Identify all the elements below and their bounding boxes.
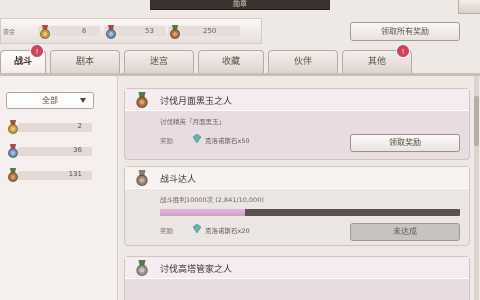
reward-label: 奖励 — [160, 227, 173, 235]
tab-label: 其他 — [367, 57, 386, 67]
reward-text: 克洛诺斯石x50 — [205, 137, 250, 145]
tab-story[interactable]: 剧本 — [50, 50, 120, 74]
medal-gold-icon — [6, 120, 20, 134]
bronze-count: 131 — [68, 170, 82, 178]
achievement-description: 讨伐精英「月面黑玉」 — [160, 118, 225, 126]
achievement-card: 战斗达人 战斗胜利10000次 (2,841/10,000) 奖励 克洛诺斯石x… — [124, 166, 470, 246]
claim-reward-button[interactable]: 领取奖励 — [350, 134, 460, 152]
list-scrollbar[interactable] — [474, 76, 479, 300]
scrollbar-thumb[interactable] — [474, 96, 479, 146]
stat-blue-value: 53 — [145, 27, 154, 35]
stat-bronze-value: 250 — [203, 27, 217, 35]
not-achieved-button[interactable]: 未达成 — [350, 223, 460, 241]
achievement-title: 讨伐高塔管家之人 — [160, 265, 233, 275]
list-item: 2 — [6, 120, 92, 134]
filter-dropdown[interactable]: 全部 — [6, 92, 94, 109]
filter-selected: 全部 — [42, 96, 58, 105]
medal-blue-icon — [104, 25, 118, 39]
filter-sidebar — [0, 76, 118, 300]
crystal-icon — [192, 133, 202, 144]
reward-text: 克洛诺斯石x20 — [205, 227, 250, 235]
stats-label: 鎏金 — [3, 29, 16, 36]
achievement-card: 讨伐月面黑玉之人 讨伐精英「月面黑玉」 奖励 克洛诺斯石x50 领取奖励 — [124, 88, 470, 160]
list-item: 131 — [6, 168, 92, 182]
achievement-description: 战斗胜利10000次 (2,841/10,000) — [160, 196, 264, 204]
achievement-progress-bar — [160, 209, 460, 216]
tab-label: 战斗 — [13, 57, 32, 67]
medal-gold-icon — [38, 25, 52, 39]
crystal-icon — [192, 223, 202, 234]
tab-label: 迷宫 — [149, 57, 168, 67]
tab-labyrinth[interactable]: 迷宫 — [124, 50, 194, 74]
close-button[interactable] — [458, 0, 480, 14]
notification-badge: ! — [30, 44, 44, 58]
medal-blue-icon — [6, 144, 20, 158]
claim-all-button[interactable]: 领取所有奖励 — [350, 22, 460, 41]
tab-collection[interactable]: 收藏 — [198, 50, 264, 74]
reward-label: 奖励 — [160, 137, 173, 145]
window-title-bar: 勋章 — [150, 0, 330, 10]
progress-fill — [160, 209, 246, 216]
medal-bronze-icon — [168, 25, 182, 39]
list-item: 36 — [6, 144, 92, 158]
tab-label: 收藏 — [221, 57, 240, 67]
notification-badge: ! — [396, 44, 410, 58]
medal-locked-icon — [134, 170, 150, 186]
stat-gold-value: 6 — [82, 27, 87, 35]
blue-count: 36 — [73, 146, 82, 154]
tab-label: 剧本 — [75, 57, 94, 67]
category-tabs: 战斗 剧本 迷宫 收藏 伙伴 其他 ! ! — [0, 44, 480, 74]
tab-partner[interactable]: 伙伴 — [268, 50, 338, 74]
achievement-title: 讨伐月面黑玉之人 — [160, 97, 233, 107]
medal-bronze-icon — [134, 92, 150, 108]
chevron-down-icon — [80, 98, 86, 103]
achievement-title: 战斗达人 — [160, 175, 197, 185]
medal-bronze-icon — [134, 260, 150, 276]
achievement-card: 讨伐高塔管家之人 — [124, 256, 470, 300]
gold-count: 2 — [77, 122, 82, 130]
window-title: 勋章 — [233, 0, 247, 8]
medal-bronze-icon — [6, 168, 20, 182]
tab-label: 伙伴 — [293, 57, 312, 67]
